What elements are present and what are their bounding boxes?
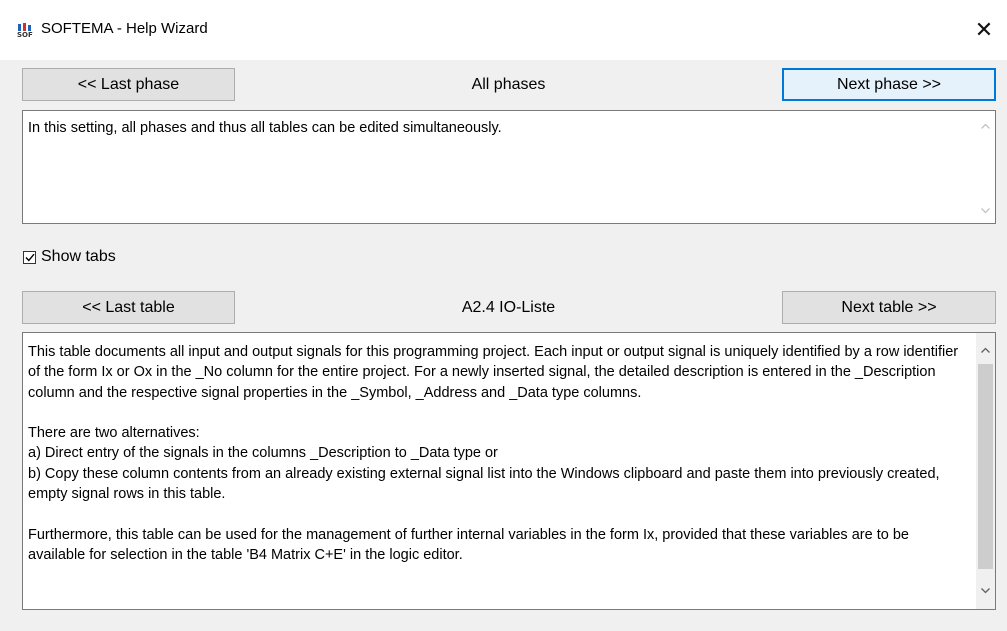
show-tabs-checkbox[interactable]: Show tabs: [23, 246, 116, 268]
current-table-label: A2.4 IO-Liste: [461, 298, 556, 316]
chevron-up-icon[interactable]: [976, 117, 995, 134]
table-description-scrollbar[interactable]: [976, 333, 995, 609]
chevron-down-icon[interactable]: [976, 202, 995, 219]
checkmark-icon: [24, 253, 35, 262]
window-title: SOFTEMA - Help Wizard: [41, 20, 208, 37]
phase-description-textbox[interactable]: In this setting, all phases and thus all…: [22, 110, 996, 224]
show-tabs-label: Show tabs: [41, 248, 116, 265]
phase-description-text: In this setting, all phases and thus all…: [28, 120, 502, 136]
chevron-up-icon[interactable]: [976, 341, 995, 358]
chevron-down-icon[interactable]: [976, 582, 995, 599]
table-description-text: This table documents all input and outpu…: [28, 344, 959, 563]
last-table-button[interactable]: << Last table: [22, 291, 235, 324]
svg-text:SOF: SOF: [17, 31, 33, 38]
scrollbar-thumb[interactable]: [978, 364, 993, 569]
close-icon: ✕: [974, 17, 994, 42]
current-phase-label: All phases: [471, 75, 546, 93]
title-bar: SOF SOFTEMA - Help Wizard ✕: [0, 0, 1007, 60]
next-phase-button[interactable]: Next phase >>: [782, 68, 996, 101]
softema-app-icon: SOF: [17, 23, 33, 38]
close-button[interactable]: ✕: [961, 0, 1007, 60]
phase-description-scrollbar[interactable]: [976, 111, 995, 223]
last-phase-button[interactable]: << Last phase: [22, 68, 235, 101]
table-description-textbox[interactable]: This table documents all input and outpu…: [22, 332, 996, 610]
checkbox-box[interactable]: [23, 250, 36, 264]
next-table-button[interactable]: Next table >>: [782, 291, 996, 324]
